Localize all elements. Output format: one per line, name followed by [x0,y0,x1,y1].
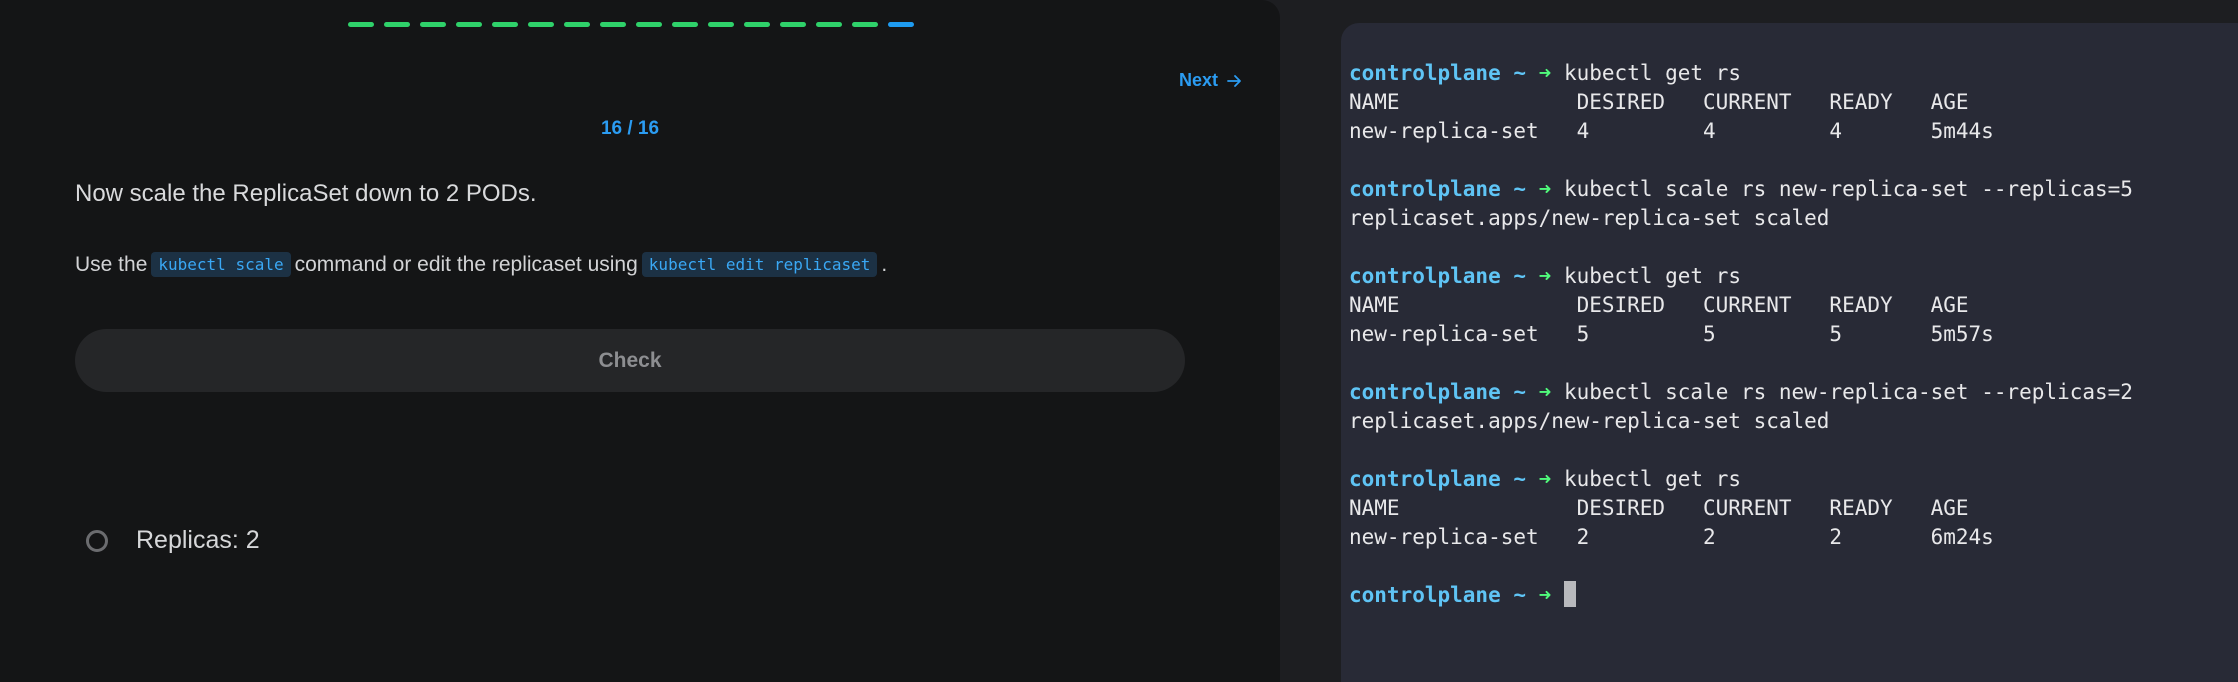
progress-segment [564,22,590,27]
check-button[interactable]: Check [75,329,1185,392]
terminal-output-line: replicaset.apps/new-replica-set scaled [1349,409,1830,433]
progress-segment [780,22,806,27]
prompt-arrow-icon: ➜ [1538,177,1552,201]
question-counter: 16 / 16 [600,118,660,139]
progress-segment [672,22,698,27]
instruction-part-2: command or edit the replicaset using [294,252,638,276]
terminal-command-line: controlplane ~ ➜ kubectl scale rs new-re… [1349,378,2238,407]
prompt-arrow-icon: ➜ [1538,380,1552,404]
terminal-command-text: kubectl get rs [1563,467,1741,491]
code-snippet-kubectl-scale: kubectl scale [151,252,291,277]
terminal-command-line: controlplane ~ ➜ kubectl scale rs new-re… [1349,175,2238,204]
terminal-command-text: kubectl get rs [1563,264,1741,288]
progress-segment [348,22,374,27]
code-snippet-kubectl-edit: kubectl edit replicaset [641,252,878,277]
instruction-part-1: Use the [75,252,148,276]
prompt-host: controlplane ~ [1349,380,1527,404]
progress-segment [528,22,554,27]
progress-segment [744,22,770,27]
prompt-arrow-icon: ➜ [1538,467,1552,491]
task-item: Replicas: 2 [86,526,260,555]
next-question-link[interactable]: Next [1179,70,1242,91]
progress-segment [852,22,878,27]
progress-segment [636,22,662,27]
terminal-command-text: kubectl scale rs new-replica-set --repli… [1563,380,2133,404]
next-label: Next [1178,70,1218,90]
prompt-host: controlplane ~ [1349,61,1527,85]
prompt-arrow-icon: ➜ [1538,264,1552,288]
terminal-panel[interactable]: controlplane ~ ➜ kubectl get rs NAME DESI… [1341,23,2238,682]
prompt-host: controlplane ~ [1349,177,1527,201]
prompt-host: controlplane ~ [1349,583,1527,607]
progress-segment [600,22,626,27]
terminal-output-line: new-replica-set 2 2 2 6m24s [1349,525,1994,549]
terminal-output-line: new-replica-set 5 5 5 5m57s [1349,322,1994,346]
terminal-command-line: controlplane ~ ➜ kubectl get rs [1349,262,2238,291]
progress-segment [456,22,482,27]
terminal-output-line: NAME DESIRED CURRENT READY AGE [1349,496,1969,520]
instruction-text: Use the kubectl scale command or edit th… [75,252,887,277]
status-ring-icon [86,529,108,552]
progress-segment [384,22,410,27]
question-text: Now scale the ReplicaSet down to 2 PODs. [75,180,537,207]
progress-segment [420,22,446,27]
progress-segment [492,22,518,27]
prompt-arrow-icon: ➜ [1538,583,1552,607]
progress-segment [888,22,914,27]
task-label: Replicas: 2 [136,526,260,554]
terminal-command-line: controlplane ~ ➜ kubectl get rs [1349,59,2238,88]
terminal-output-line: new-replica-set 4 4 4 5m44s [1349,119,1994,143]
arrow-right-icon [1227,74,1241,87]
prompt-host: controlplane ~ [1349,467,1527,491]
terminal-active-prompt: controlplane ~ ➜ [1349,581,2238,610]
quiz-panel: Next 16 / 16 Now scale the ReplicaSet do… [0,0,1280,682]
progress-segment [816,22,842,27]
instruction-part-3: . [881,252,888,276]
terminal-command-text: kubectl scale rs new-replica-set --repli… [1563,177,2133,201]
terminal-cursor[interactable] [1563,581,1576,607]
progress-segment [708,22,734,27]
app-root: Next 16 / 16 Now scale the ReplicaSet do… [0,0,2238,682]
terminal-command-line: controlplane ~ ➜ kubectl get rs [1349,465,2238,494]
terminal-output-line: NAME DESIRED CURRENT READY AGE [1349,90,1969,114]
prompt-host: controlplane ~ [1349,264,1527,288]
question-progress-bar [348,22,914,27]
prompt-arrow-icon: ➜ [1538,61,1552,85]
terminal-output-line: replicaset.apps/new-replica-set scaled [1349,206,1830,230]
terminal-command-text: kubectl get rs [1563,61,1741,85]
terminal-output-line: NAME DESIRED CURRENT READY AGE [1349,293,1969,317]
